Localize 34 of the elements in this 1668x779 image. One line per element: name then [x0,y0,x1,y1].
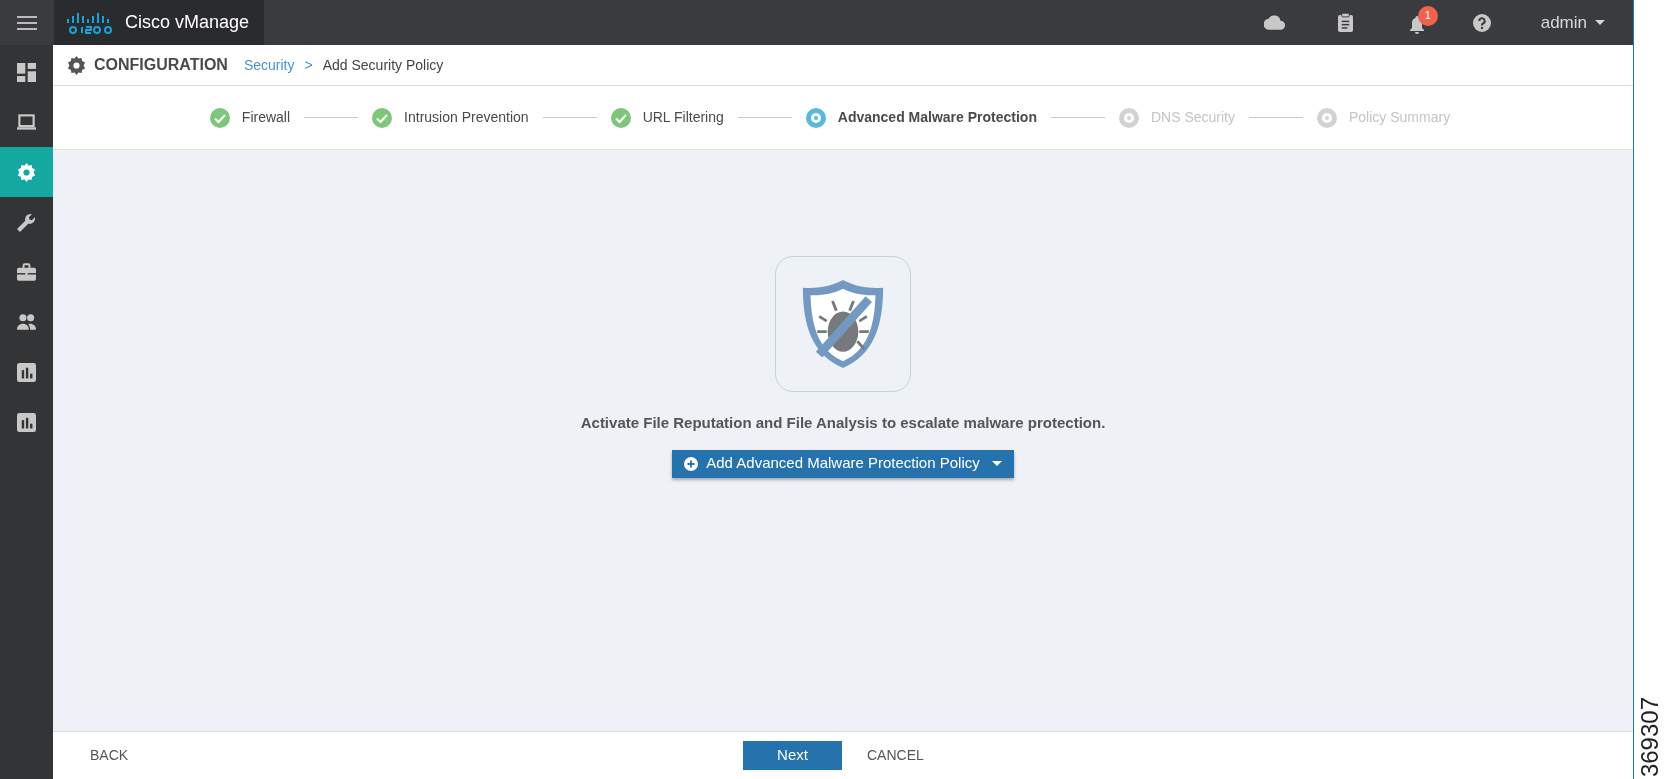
caret-icon [991,461,1002,466]
people-icon [17,312,36,332]
figure-number: 369307 [1638,696,1662,777]
user-menu[interactable]: admin [1540,9,1605,36]
bug-shield-icon [800,278,886,370]
cloud-icon[interactable] [1263,15,1286,30]
bar-chart-icon [17,412,36,432]
step[interactable]: Advanced Malware Protection [805,107,1037,128]
back-button[interactable]: BACK [90,745,129,766]
step[interactable]: Intrusion Prevention [372,107,529,128]
next-button[interactable]: Next [743,741,842,770]
breadcrumb-separator: > [304,55,313,75]
dashboard-icon [17,62,36,82]
breadcrumb-current: Add Security Policy [322,55,444,75]
caret-icon [1595,20,1605,25]
notification-badge: 1 [1417,5,1438,26]
menu-icon[interactable] [17,15,37,30]
step[interactable]: Firewall [209,107,291,128]
help-icon[interactable] [1472,13,1491,32]
info-message: Activate File Reputation and File Analysis to escalate malware protection. [580,413,1106,433]
app-name: Cisco vManage [125,11,250,34]
settings-icon [17,162,36,182]
cancel-button[interactable]: CANCEL [867,745,924,766]
laptop-icon [17,112,36,132]
plus-icon [684,456,699,471]
clipboard-icon[interactable] [1337,13,1353,32]
wrench-icon [17,212,36,232]
briefcase-icon [17,262,36,282]
add-policy-button[interactable]: Add Advanced Malware Protection Policy [672,449,1014,478]
bar-chart-icon [17,362,36,382]
page-title: CONFIGURATION [94,55,228,75]
notification-bell-icon[interactable] [1408,15,1425,34]
settings-icon [67,55,86,75]
step[interactable]: URL Filtering [610,107,724,128]
